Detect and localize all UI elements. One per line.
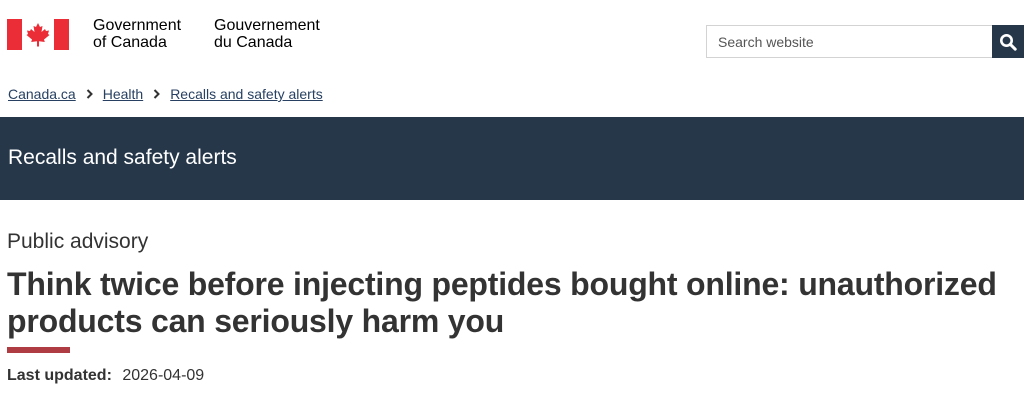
chevron-right-icon bbox=[86, 89, 93, 99]
last-updated-label: Last updated: bbox=[7, 367, 112, 384]
breadcrumb: Canada.ca Health Recalls and safety aler… bbox=[8, 86, 323, 102]
content-type-label: Public advisory bbox=[7, 230, 149, 253]
wordmark-en-line1: Government bbox=[93, 17, 182, 34]
wordmark-french[interactable]: Gouvernement du Canada bbox=[214, 17, 320, 51]
chevron-right-icon bbox=[153, 89, 161, 99]
title-underline-rule bbox=[7, 347, 70, 353]
wordmark-en-line2: of Canada bbox=[93, 34, 167, 51]
search-input[interactable] bbox=[706, 25, 992, 58]
canada-flag-icon[interactable] bbox=[7, 19, 69, 50]
last-updated-date: 2026-04-09 bbox=[122, 367, 205, 384]
wordmark-fr-line1: Gouvernement bbox=[214, 17, 320, 34]
breadcrumb-link-canada[interactable]: Canada.ca bbox=[8, 86, 76, 102]
search-button[interactable] bbox=[992, 25, 1024, 58]
page-title: Think twice before injecting peptides bo… bbox=[7, 266, 997, 339]
search-form bbox=[706, 25, 1024, 58]
section-banner: Recalls and safety alerts bbox=[0, 117, 1024, 200]
wordmark-english[interactable]: Government of Canada bbox=[93, 17, 181, 51]
wordmark-fr-line2: du Canada bbox=[214, 34, 293, 51]
last-updated: Last updated: 2026-04-09 bbox=[7, 365, 204, 387]
site-header: Government of Canada Gouvernement du Can… bbox=[0, 0, 1024, 75]
banner-title[interactable]: Recalls and safety alerts bbox=[8, 146, 237, 170]
breadcrumb-link-recalls[interactable]: Recalls and safety alerts bbox=[170, 86, 323, 102]
search-icon bbox=[1000, 33, 1017, 51]
breadcrumb-link-health[interactable]: Health bbox=[103, 86, 143, 102]
